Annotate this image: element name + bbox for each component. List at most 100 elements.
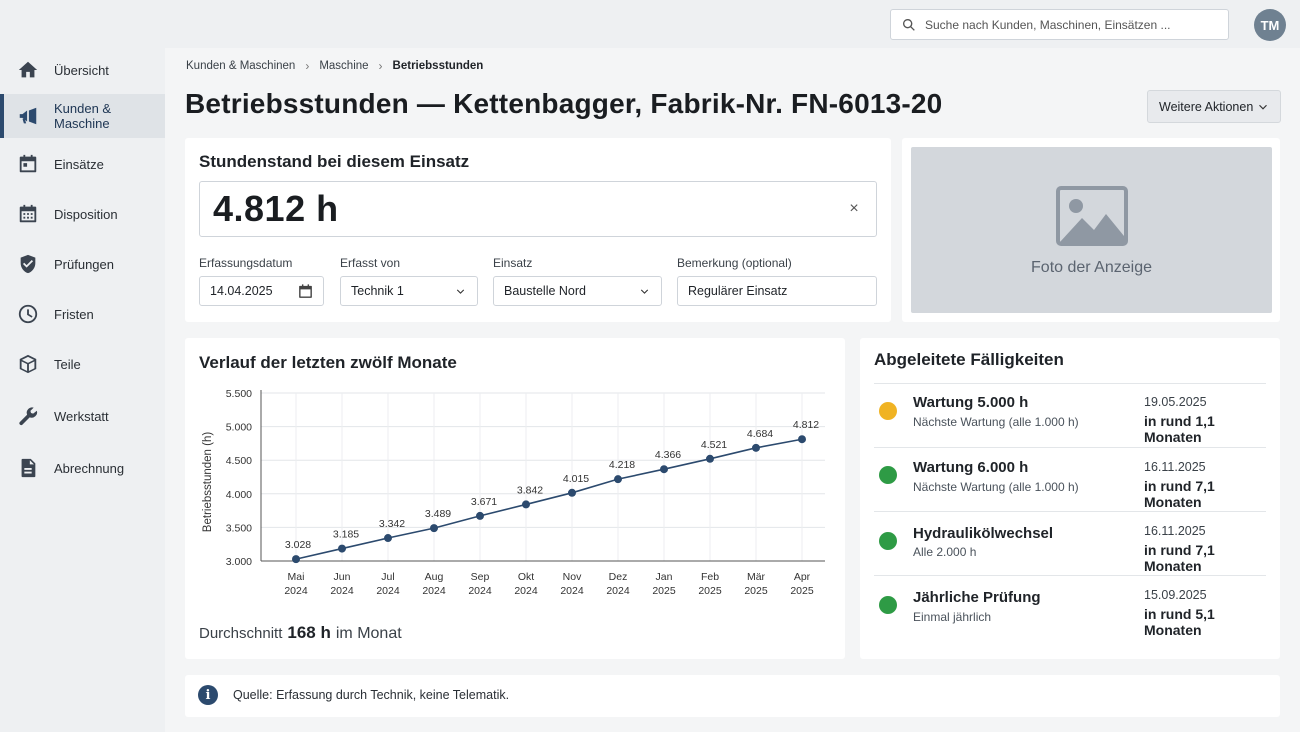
- status-dot: [879, 402, 897, 420]
- image-icon: [1056, 186, 1128, 246]
- clear-icon[interactable]: ×: [846, 201, 862, 217]
- x-tick-label: Jan: [656, 571, 673, 583]
- due-item-relative: in rund 1,1 Monaten: [1144, 413, 1215, 445]
- chart-card-title: Verlauf der letzten zwölf Monate: [199, 353, 457, 372]
- x-tick-label: 2024: [376, 585, 400, 597]
- data-label: 3.028: [285, 539, 311, 551]
- data-point: [338, 544, 346, 553]
- x-tick-label: Jul: [381, 571, 394, 583]
- sidebar-item-abrechnung[interactable]: Abrechnung: [0, 446, 165, 490]
- data-point: [476, 511, 484, 520]
- due-item-name: Wartung 5.000 h: [913, 394, 1029, 411]
- breadcrumb-current: Betriebsstunden: [392, 60, 484, 72]
- due-item-relative: in rund 5,1 Monaten: [1144, 606, 1215, 638]
- breadcrumb-link-maschine[interactable]: Maschine: [319, 60, 368, 72]
- photo-card: Foto der Anzeige: [902, 138, 1280, 322]
- due-item[interactable]: Hydraulikölwechsel Alle 2.000 h 16.11.20…: [874, 511, 1266, 575]
- x-tick-label: 2024: [514, 585, 538, 597]
- x-tick-label: 2024: [560, 585, 584, 597]
- x-tick-label: 2025: [744, 585, 768, 597]
- data-point: [614, 475, 622, 484]
- status-dot: [879, 532, 897, 550]
- x-tick-label: Dez: [609, 571, 628, 583]
- sidebar-item-label: Einsätze: [54, 156, 104, 172]
- job-value: Baustelle Nord: [504, 284, 586, 298]
- sidebar-item-uebersicht[interactable]: Übersicht: [0, 48, 165, 92]
- y-tick-label: 5.500: [226, 388, 252, 400]
- data-point: [798, 435, 806, 444]
- recorded-by-select[interactable]: Technik 1: [340, 276, 478, 306]
- job-select[interactable]: Baustelle Nord: [493, 276, 662, 306]
- due-item[interactable]: Wartung 6.000 h Nächste Wartung (alle 1.…: [874, 447, 1266, 511]
- due-item-name: Hydraulikölwechsel: [913, 525, 1054, 542]
- data-label: 4.366: [655, 449, 681, 461]
- sidebar-item-pruefungen[interactable]: Prüfungen: [0, 242, 165, 286]
- info-icon: i: [198, 685, 218, 705]
- y-tick-label: 3.500: [226, 522, 252, 534]
- sidebar-item-disposition[interactable]: Disposition: [0, 192, 165, 236]
- x-tick-label: Jun: [334, 571, 351, 583]
- date-field[interactable]: 14.04.2025: [199, 276, 324, 306]
- sidebar-item-kunden-maschine[interactable]: Kunden & Maschine: [0, 94, 165, 138]
- calendar-icon: [17, 153, 39, 175]
- status-dot: [879, 466, 897, 484]
- sidebar-item-teile[interactable]: Teile: [0, 342, 165, 386]
- clock-icon: [17, 303, 39, 325]
- note-label: Bemerkung (optional): [677, 256, 792, 270]
- hours-input[interactable]: 4.812 h ×: [199, 181, 877, 237]
- y-tick-label: 4.000: [226, 489, 252, 501]
- due-item-relative: in rund 7,1 Monaten: [1144, 478, 1215, 510]
- date-value: 14.04.2025: [210, 284, 273, 298]
- sidebar-item-label: Kunden & Maschine: [54, 101, 112, 131]
- calendar-icon[interactable]: [297, 283, 314, 300]
- sidebar-item-werkstatt[interactable]: Werkstatt: [0, 394, 165, 438]
- due-item-sub: Nächste Wartung (alle 1.000 h): [913, 415, 1079, 429]
- due-item-date: 19.05.2025: [1144, 395, 1207, 409]
- data-point: [706, 454, 714, 463]
- breadcrumb-link-kunden[interactable]: Kunden & Maschinen: [186, 60, 295, 72]
- search-icon: [901, 17, 917, 33]
- x-tick-label: Aug: [425, 571, 444, 583]
- photo-label: Foto der Anzeige: [1031, 259, 1152, 276]
- date-label: Erfassungsdatum: [199, 256, 293, 270]
- global-search[interactable]: [890, 9, 1229, 40]
- hours-card: Stundenstand bei diesem Einsatz 4.812 h …: [185, 138, 891, 322]
- data-point: [752, 443, 760, 452]
- search-input[interactable]: [925, 17, 1215, 32]
- x-tick-label: Mai: [288, 571, 305, 583]
- due-item[interactable]: Wartung 5.000 h Nächste Wartung (alle 1.…: [874, 383, 1266, 447]
- sidebar-item-fristen[interactable]: Fristen: [0, 292, 165, 336]
- sidebar-item-label: Abrechnung: [54, 460, 125, 476]
- source-text: Quelle: Erfassung durch Technik, keine T…: [233, 688, 510, 702]
- note-input[interactable]: Regulärer Einsatz: [677, 276, 877, 306]
- data-point: [660, 465, 668, 474]
- sidebar-item-label: Disposition: [54, 206, 118, 222]
- data-point: [430, 524, 438, 533]
- wrench-icon: [17, 405, 39, 427]
- document-icon: [17, 457, 39, 479]
- home-icon: [17, 59, 39, 81]
- sidebar-item-einsaetze[interactable]: Einsätze: [0, 142, 165, 186]
- job-label: Einsatz: [493, 256, 533, 270]
- data-point: [522, 500, 530, 509]
- data-label: 4.684: [747, 428, 773, 440]
- due-item-date: 16.11.2025: [1144, 460, 1206, 474]
- data-point: [568, 488, 576, 497]
- due-item-relative: in rund 7,1 Monaten: [1144, 542, 1215, 574]
- x-tick-label: 2025: [652, 585, 676, 597]
- more-actions-button[interactable]: Weitere Aktionen: [1147, 90, 1281, 123]
- chevron-right-icon: ›: [305, 59, 310, 73]
- data-label: 3.842: [517, 484, 543, 496]
- sidebar: Übersicht Kunden & Maschine Einsätze Dis…: [0, 0, 165, 732]
- status-dot: [879, 596, 897, 614]
- y-tick-label: 3.000: [226, 556, 252, 568]
- due-item[interactable]: Jährliche Prüfung Einmal jährlich 15.09.…: [874, 575, 1266, 639]
- due-item-date: 16.11.2025: [1144, 524, 1206, 538]
- data-label: 4.218: [609, 459, 635, 471]
- y-tick-label: 5.000: [226, 422, 252, 434]
- avatar[interactable]: TM: [1254, 9, 1286, 41]
- more-actions-label: Weitere Aktionen: [1159, 99, 1254, 114]
- page-title: Betriebsstunden — Kettenbagger, Fabrik-N…: [185, 88, 943, 119]
- photo-placeholder[interactable]: Foto der Anzeige: [911, 147, 1272, 313]
- note-value: Regulärer Einsatz: [688, 284, 788, 298]
